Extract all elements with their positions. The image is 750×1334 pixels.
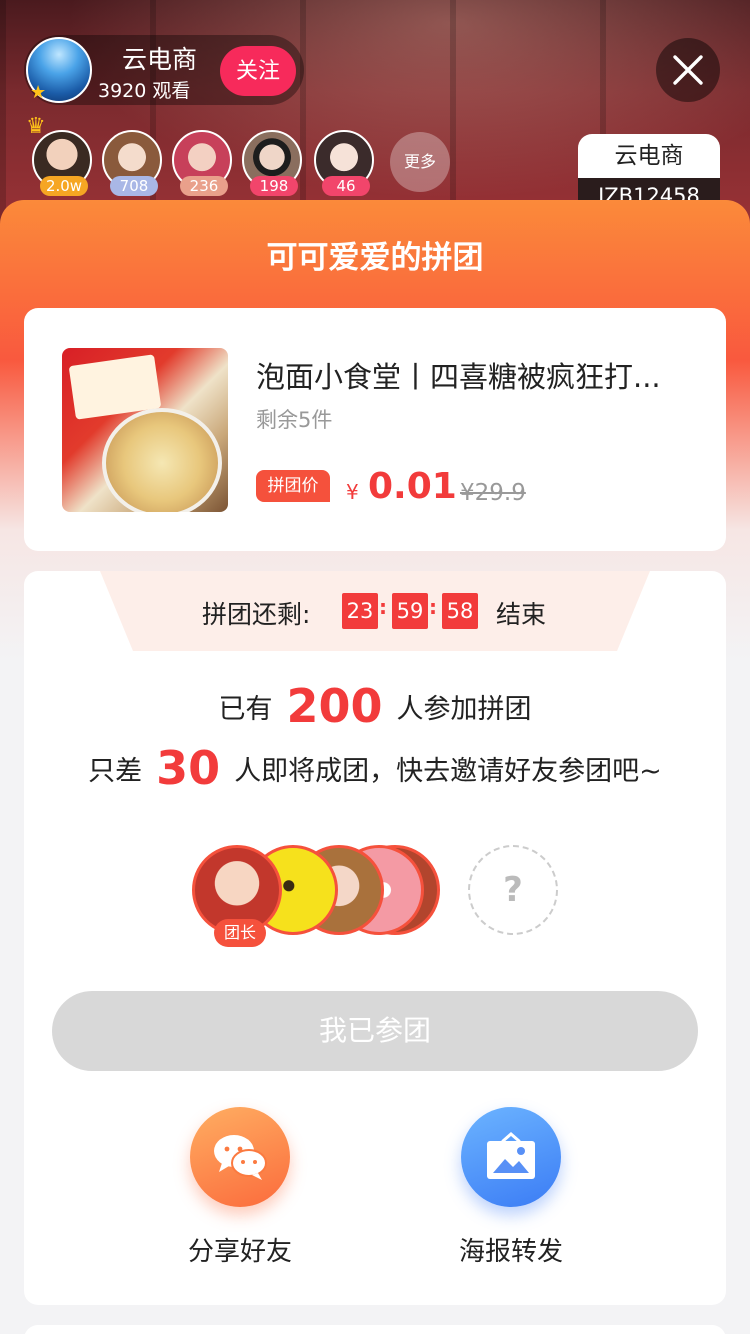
room-name: 云电商 (578, 134, 720, 178)
joined-button: 我已参团 (52, 991, 698, 1071)
currency-symbol: ¥ (346, 480, 359, 504)
countdown-label: 拼团还剩: (202, 600, 311, 629)
viewer-avatar[interactable]: 708 (102, 130, 162, 196)
host-avatar[interactable]: ★ (26, 37, 92, 103)
viewer-count: 198 (250, 176, 298, 196)
poster-image-icon (487, 1132, 535, 1179)
sheet-title: 可可爱爱的拼团 (266, 240, 484, 276)
view-count: 3920 观看 (98, 80, 191, 102)
close-icon (673, 55, 703, 85)
countdown-seconds: 58 (442, 593, 478, 629)
viewer-count: 236 (180, 176, 228, 196)
countdown-separator: : (379, 595, 387, 619)
share-poster-label: 海报转发 (458, 1237, 563, 1267)
viewer-avatar[interactable]: 198 (242, 130, 302, 196)
countdown-minutes: 59 (392, 593, 428, 629)
group-price-tag: 拼团价 (256, 470, 330, 502)
noodle-bowl-graphic (102, 408, 222, 512)
group-price: 0.01 (368, 466, 457, 507)
countdown-separator: : (429, 595, 437, 619)
viewer-avatar[interactable]: 236 (172, 130, 232, 196)
product-image[interactable] (62, 348, 228, 512)
next-card-peek (24, 1325, 726, 1334)
close-button[interactable] (656, 38, 720, 102)
viewer-count: 46 (322, 176, 370, 196)
viewer-count: 2.0w (40, 176, 88, 196)
share-friends-label: 分享好友 (187, 1237, 292, 1267)
host-name: 云电商 (122, 45, 198, 74)
wechat-icon (214, 1135, 267, 1180)
joined-summary: 已有 200 人参加拼团 (24, 679, 726, 733)
empty-member-slot[interactable]: ? (468, 845, 558, 935)
leader-badge: 团长 (214, 919, 266, 947)
remaining-summary: 只差 30 人即将成团，快去邀请好友参团吧~ (24, 741, 726, 795)
star-icon: ★ (30, 82, 47, 103)
viewer-avatar[interactable]: 2.0w (32, 130, 92, 196)
need-count: 30 (156, 741, 221, 795)
product-card[interactable]: 泡面小食堂丨四喜糖被疯狂打... 剩余5件 拼团价 ¥ 0.01 ¥29.9 (24, 308, 726, 551)
countdown-hours: 23 (342, 593, 378, 629)
joined-count: 200 (286, 679, 383, 733)
need-prefix: 只差 (88, 756, 143, 787)
joined-suffix: 人参加拼团 (396, 694, 532, 725)
group-status-card: 拼团还剩: 23 : 59 : 58 结束 已有 200 人参加拼团 只差 30 人即将… (24, 571, 726, 1305)
share-friends-button[interactable] (190, 1107, 290, 1207)
more-viewers-button[interactable]: 更多 (390, 132, 450, 192)
need-suffix: 人即将成团，快去邀请好友参团吧~ (234, 756, 662, 787)
share-poster-button[interactable] (461, 1107, 561, 1207)
viewer-count: 708 (110, 176, 158, 196)
group-buy-sheet: 可可爱爱的拼团 泡面小食堂丨四喜糖被疯狂打... 剩余5件 拼团价 ¥ 0.01… (0, 200, 750, 1334)
follow-button[interactable]: 关注 (220, 46, 296, 96)
original-price: ¥29.9 (460, 480, 526, 506)
product-name: 泡面小食堂丨四喜糖被疯狂打... (256, 360, 661, 394)
joined-prefix: 已有 (218, 694, 273, 725)
viewer-avatar[interactable]: 46 (314, 130, 374, 196)
product-stock: 剩余5件 (256, 408, 333, 432)
room-tag: 云电商 JZB12458 (578, 134, 720, 210)
countdown-end-label: 结束 (496, 600, 547, 629)
